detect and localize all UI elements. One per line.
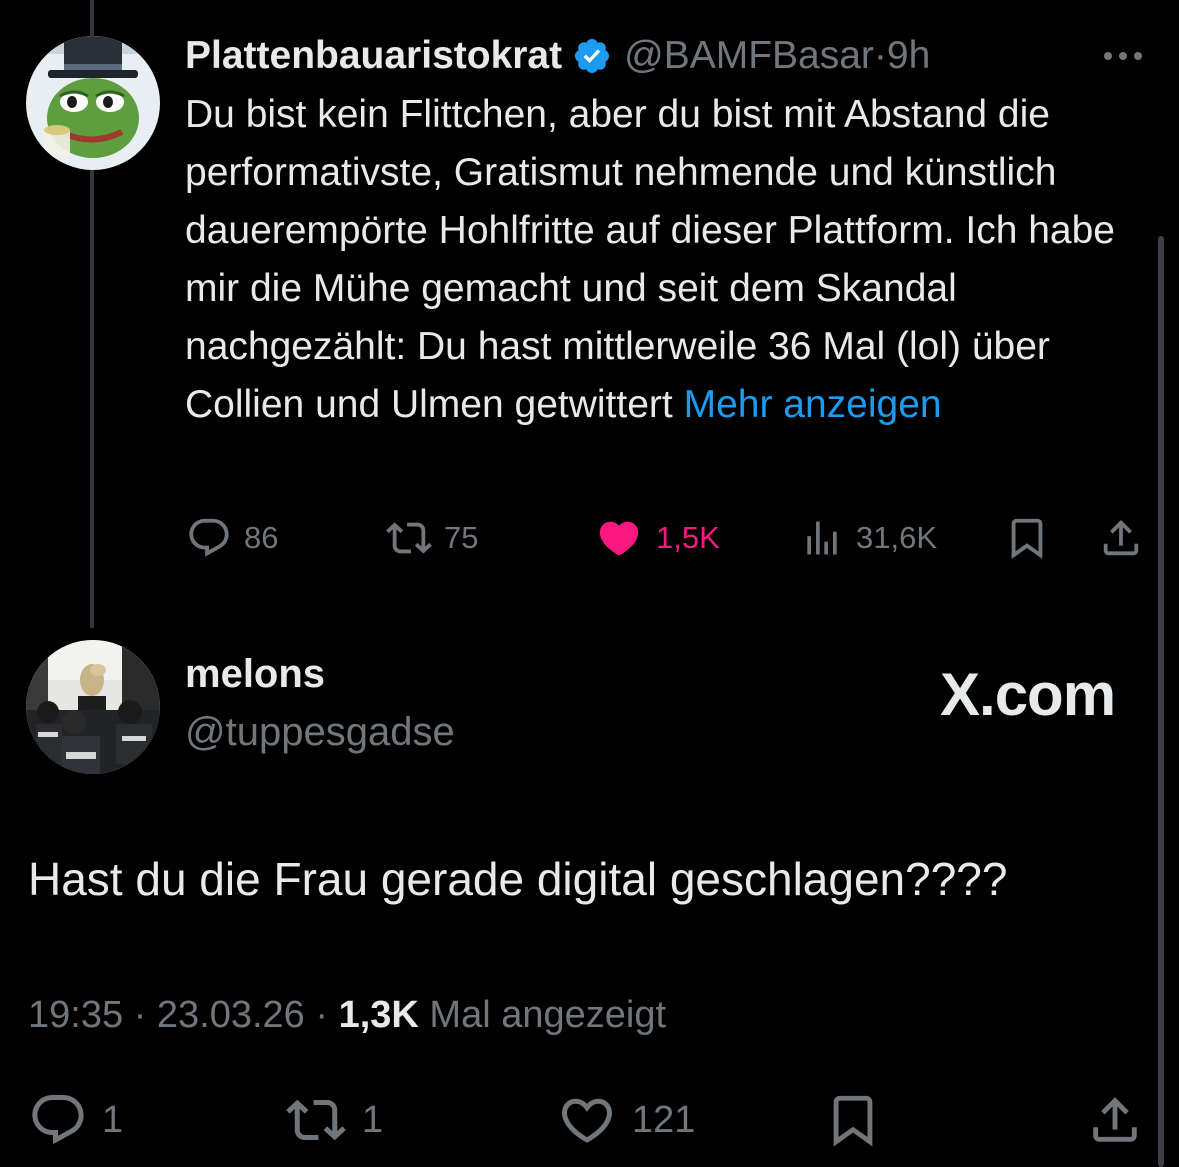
avatar[interactable] [26, 640, 160, 774]
reply-button[interactable]: 1 [28, 1090, 123, 1150]
views-label: Mal angezeigt [429, 994, 667, 1036]
display-name[interactable]: melons [185, 652, 325, 697]
like-button[interactable]: 121 [556, 1090, 695, 1150]
tweet-header: Plattenbauaristokrat @BAMFBasar · 9h [185, 28, 930, 84]
views-icon [807, 521, 837, 555]
bookmark-button[interactable] [1004, 512, 1050, 564]
separator-dot: · [873, 34, 887, 77]
tweet-time[interactable]: 19:35 [28, 994, 123, 1036]
verified-badge-icon[interactable] [572, 36, 612, 76]
xcom-watermark: X.com [940, 661, 1116, 728]
bookmark-button[interactable] [824, 1090, 882, 1150]
share-button[interactable] [1086, 1090, 1144, 1150]
views-count: 1,3K [338, 994, 419, 1036]
heart-filled-icon [599, 521, 639, 556]
tweet-text: Du bist kein Flittchen, aber du bist mit… [185, 86, 1145, 434]
tweet-meta: 19:35 · 23.03.26 · 1,3K Mal angezeigt [28, 994, 666, 1037]
separator-dot: · [133, 994, 147, 1036]
heart-outline-icon [561, 1098, 613, 1143]
separator-dot: · [315, 994, 329, 1036]
reply-count: 86 [244, 520, 279, 555]
bookmark-icon [1011, 518, 1043, 559]
user-handle[interactable]: @BAMFBasar [624, 34, 874, 78]
retweet-count: 75 [444, 520, 479, 555]
reply-icon [189, 518, 229, 557]
retweet-icon [286, 1099, 346, 1141]
reply-count: 1 [102, 1098, 124, 1141]
share-button[interactable] [1098, 512, 1144, 564]
show-more-link[interactable]: Mehr anzeigen [684, 383, 942, 426]
retweet-count: 1 [362, 1098, 384, 1141]
reply-icon [32, 1095, 84, 1145]
views-count: 31,6K [856, 520, 938, 555]
user-handle[interactable]: @tuppesgadse [185, 710, 455, 755]
retweet-icon [386, 522, 432, 554]
views-button[interactable]: 31,6K [800, 512, 937, 564]
retweet-button[interactable]: 75 [386, 512, 478, 564]
more-icon[interactable] [1098, 34, 1148, 74]
tweet-text: Hast du die Frau gerade digital geschlag… [28, 853, 1008, 905]
like-count: 121 [632, 1098, 696, 1141]
share-icon [1103, 519, 1139, 556]
bookmark-icon [833, 1095, 873, 1147]
scrollbar[interactable] [1158, 236, 1164, 1167]
tweet-body: Du bist kein Flittchen, aber du bist mit… [185, 93, 1115, 426]
tweet-date[interactable]: 23.03.26 [157, 994, 305, 1036]
timestamp[interactable]: 9h [887, 34, 930, 78]
reply-button[interactable]: 86 [186, 512, 278, 564]
retweet-button[interactable]: 1 [284, 1090, 383, 1150]
avatar-pepe-image [26, 36, 160, 170]
share-icon [1093, 1097, 1137, 1142]
avatar-police-image [26, 640, 160, 774]
like-count: 1,5K [656, 520, 720, 555]
like-button[interactable]: 1,5K [594, 512, 720, 564]
avatar[interactable] [26, 36, 160, 170]
display-name[interactable]: Plattenbauaristokrat [185, 34, 562, 78]
